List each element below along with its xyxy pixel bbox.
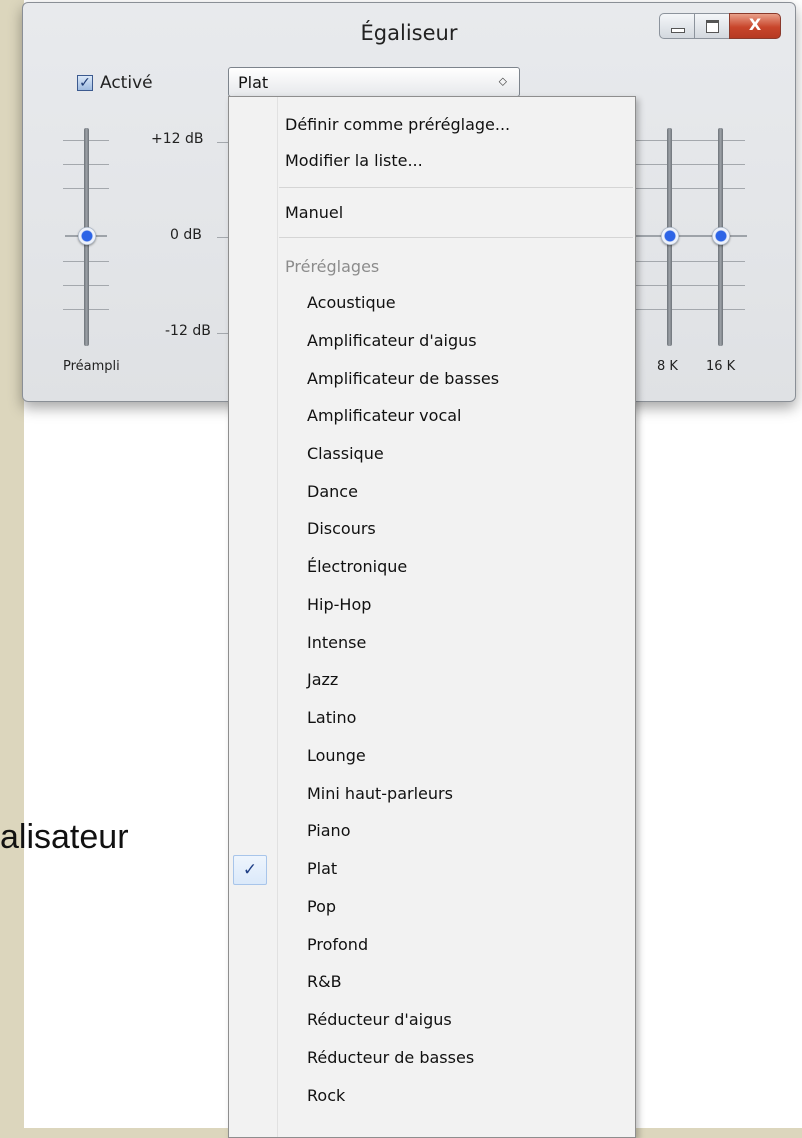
- menu-separator: [279, 237, 633, 238]
- menu-item-manual[interactable]: Manuel: [285, 203, 343, 222]
- band-16k-slider-knob[interactable]: [712, 227, 730, 245]
- enabled-label: Activé: [100, 73, 153, 93]
- selected-check-icon: ✓: [233, 855, 267, 885]
- band-16k-label: 16 K: [706, 359, 736, 374]
- db-label-mid: 0 dB: [170, 227, 202, 243]
- menu-item-preset[interactable]: Pop: [307, 897, 336, 916]
- background-slide-text: alisateur: [0, 818, 129, 856]
- minimize-button[interactable]: [659, 13, 695, 39]
- menu-item-save-preset[interactable]: Définir comme préréglage...: [285, 115, 510, 134]
- menu-item-preset[interactable]: Amplificateur de basses: [307, 369, 499, 388]
- menu-item-preset[interactable]: Mini haut-parleurs: [307, 784, 453, 803]
- menu-item-preset[interactable]: Rock: [307, 1086, 345, 1105]
- menu-item-preset[interactable]: Latino: [307, 708, 356, 727]
- menu-item-preset[interactable]: Intense: [307, 633, 366, 652]
- scale-tick: [635, 164, 745, 165]
- menu-item-preset[interactable]: Lounge: [307, 746, 366, 765]
- db-label-top: +12 dB: [151, 131, 204, 147]
- scale-tick: [635, 309, 745, 310]
- band-8k-slider-knob[interactable]: [661, 227, 679, 245]
- scale-tick: [635, 140, 745, 141]
- menu-item-preset[interactable]: Profond: [307, 935, 368, 954]
- close-icon: X: [748, 15, 762, 34]
- enabled-checkbox[interactable]: ✓: [77, 75, 93, 91]
- menu-gutter: [277, 97, 278, 1137]
- menu-item-preset[interactable]: Hip-Hop: [307, 595, 371, 614]
- maximize-button[interactable]: [694, 13, 730, 39]
- menu-separator: [279, 187, 633, 188]
- center-line: [635, 235, 747, 237]
- minimize-icon: [671, 28, 685, 33]
- scale-tick: [635, 261, 745, 262]
- select-arrows-icon: ⬦: [498, 74, 507, 88]
- scale-tick: [635, 285, 745, 286]
- menu-item-preset[interactable]: Jazz: [307, 670, 338, 689]
- maximize-icon: [706, 20, 719, 33]
- preset-select-value: Plat: [238, 73, 269, 92]
- preset-dropdown-menu: Définir comme préréglage... Modifier la …: [228, 96, 636, 1138]
- window-controls: X: [659, 13, 781, 39]
- band-8k-label: 8 K: [657, 359, 678, 374]
- menu-item-preset[interactable]: Amplificateur d'aigus: [307, 331, 477, 350]
- menu-item-preset[interactable]: Classique: [307, 444, 384, 463]
- menu-item-preset[interactable]: Réducteur de basses: [307, 1048, 474, 1067]
- menu-item-preset[interactable]: Piano: [307, 821, 350, 840]
- menu-item-preset[interactable]: Réducteur d'aigus: [307, 1010, 452, 1029]
- menu-item-preset[interactable]: Discours: [307, 519, 376, 538]
- menu-item-preset[interactable]: Électronique: [307, 557, 407, 576]
- menu-item-edit-list[interactable]: Modifier la liste...: [285, 151, 423, 170]
- menu-item-preset-selected[interactable]: Plat: [307, 859, 337, 878]
- preamp-label: Préampli: [63, 359, 120, 374]
- scale-tick: [635, 188, 745, 189]
- close-button[interactable]: X: [729, 13, 781, 39]
- preset-select[interactable]: Plat ⬦: [228, 67, 520, 97]
- menu-item-preset[interactable]: Acoustique: [307, 293, 396, 312]
- menu-section-header: Préréglages: [285, 257, 380, 276]
- menu-item-preset[interactable]: R&B: [307, 972, 342, 991]
- menu-item-preset[interactable]: Dance: [307, 482, 358, 501]
- preamp-slider-knob[interactable]: [78, 227, 96, 245]
- db-label-bottom: -12 dB: [165, 323, 211, 339]
- menu-item-preset[interactable]: Amplificateur vocal: [307, 406, 461, 425]
